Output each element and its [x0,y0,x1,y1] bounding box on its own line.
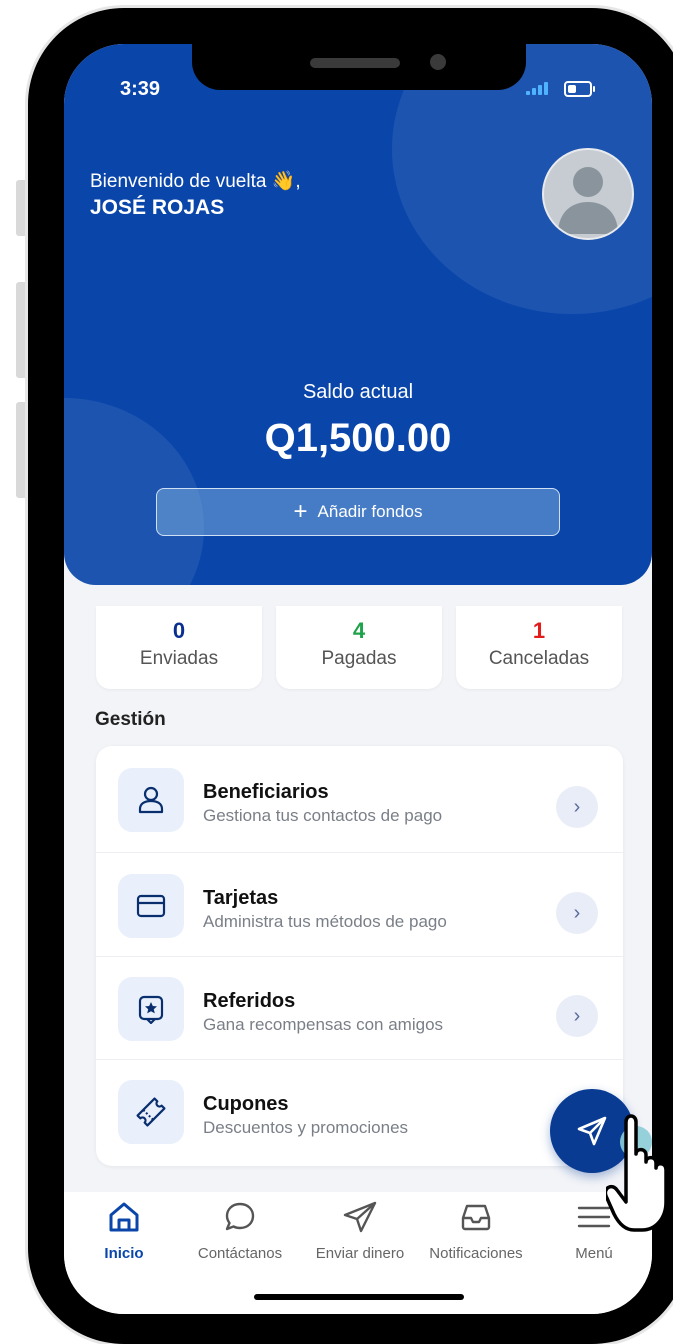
nav-label: Menú [575,1245,613,1262]
side-button-volume-up [16,282,28,378]
nav-item-inicio[interactable]: Inicio [92,1200,156,1280]
stat-pagadas[interactable]: 4 Pagadas [276,606,442,689]
add-funds-label: Añadir fondos [317,502,423,521]
stat-canceladas[interactable]: 1 Canceladas [456,606,622,689]
item-title: Cupones [203,1093,289,1115]
user-name: JOSÉ ROJAS [90,196,225,219]
chat-icon [225,1202,255,1231]
stat-value: 1 [532,618,546,643]
list-item-tarjetas[interactable]: Tarjetas Administra tus métodos de pago … [96,852,623,955]
nav-label: Inicio [104,1245,144,1262]
user-icon [118,768,184,832]
phone-screen: 3:39 Bienvenido de vuelta 👋, JOSÉ ROJAS … [64,44,652,1314]
status-time: 3:39 [120,78,161,100]
ticket-icon [118,1080,184,1144]
item-title: Referidos [203,990,296,1012]
item-subtitle: Administra tus métodos de pago [203,912,447,931]
stat-value: 4 [352,618,366,643]
send-icon [577,1116,607,1146]
speaker-grill [310,58,400,68]
nav-item-notificaciones[interactable]: Notificaciones [420,1200,532,1280]
inbox-icon [461,1204,491,1231]
stat-label: Enviadas [139,648,219,669]
avatar-person-icon [558,167,618,234]
pointing-hand-icon [606,1114,668,1232]
list-item-cupones[interactable]: Cupones Descuentos y promociones [96,1058,623,1161]
avatar[interactable] [542,148,634,240]
nav-item-enviar-dinero[interactable]: Enviar dinero [308,1200,412,1280]
stat-value: 0 [172,618,186,643]
balance-amount: Q1,500.00 [264,416,452,460]
list-item-referidos[interactable]: Referidos Gana recompensas con amigos › [96,955,623,1058]
item-subtitle: Gana recompensas con amigos [203,1015,444,1034]
chevron-right-icon[interactable]: › [556,786,598,828]
battery-icon [564,81,595,97]
nav-label: Enviar dinero [315,1245,405,1262]
chevron-right-icon[interactable]: › [556,892,598,934]
balance-header: 3:39 Bienvenido de vuelta 👋, JOSÉ ROJAS … [64,44,652,585]
chevron-right-icon[interactable]: › [556,995,598,1037]
item-title: Tarjetas [203,887,279,909]
list-item-beneficiarios[interactable]: Beneficiarios Gestiona tus contactos de … [96,746,623,849]
item-subtitle: Descuentos y promociones [203,1118,409,1137]
transfer-stats: 0 Enviadas 4 Pagadas 1 Canceladas [96,606,623,689]
side-button-volume-down [16,402,28,498]
front-camera [430,54,446,70]
item-title: Beneficiarios [203,781,329,803]
side-button-top [16,180,28,236]
welcome-text: Bienvenido de vuelta 👋, [90,171,301,192]
management-list: Beneficiarios Gestiona tus contactos de … [96,746,623,1166]
phone-notch [192,44,526,90]
balance-label: Saldo actual [302,381,414,403]
stat-label: Canceladas [488,648,590,669]
stat-enviadas[interactable]: 0 Enviadas [96,606,262,689]
signal-icon [526,82,548,95]
card-icon [118,874,184,938]
item-subtitle: Gestiona tus contactos de pago [203,806,443,825]
star-badge-icon [118,977,184,1041]
add-funds-button[interactable]: + Añadir fondos [156,488,560,536]
section-title-gestion: Gestión [95,709,166,730]
home-icon [109,1202,139,1232]
plus-icon: + [293,498,308,525]
stat-label: Pagadas [321,648,397,669]
send-icon [343,1201,377,1233]
nav-label: Notificaciones [429,1245,523,1262]
nav-label: Contáctanos [197,1245,283,1262]
nav-item-contactanos[interactable]: Contáctanos [188,1200,292,1280]
home-indicator [254,1294,464,1300]
